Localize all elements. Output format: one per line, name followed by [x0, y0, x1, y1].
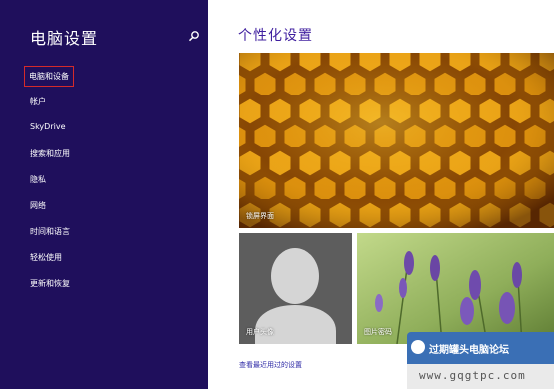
watermark-url-bar: www.gqgtpc.com: [407, 364, 554, 389]
watermark-banner: 过期罐头电脑论坛: [407, 332, 554, 364]
page-title: 个性化设置: [238, 28, 313, 44]
sidebar-item-privacy[interactable]: 隐私: [30, 174, 46, 185]
search-icon[interactable]: [188, 30, 200, 42]
lock-screen-label: 锁屏界面: [246, 212, 274, 220]
sidebar-item-time-and-language[interactable]: 时间和语言: [30, 226, 70, 237]
account-picture-label: 用户头像: [246, 328, 274, 336]
watermark-url: www.gqgtpc.com: [419, 369, 526, 382]
sidebar-item-ease-of-access[interactable]: 轻松使用: [30, 252, 62, 263]
picture-password-label: 图片密码: [364, 328, 392, 336]
forum-logo-icon: [411, 340, 425, 354]
sidebar-title: 电脑设置: [30, 29, 99, 48]
main-panel: 个性化设置 锁屏界面 用户头像 图片密码 查看最近用过的设置: [208, 0, 554, 389]
watermark-title: 过期罐头电脑论坛: [429, 345, 509, 356]
account-picture-tile[interactable]: 用户头像: [239, 233, 352, 344]
honeycomb-image: [239, 53, 554, 228]
lock-screen-tile[interactable]: 锁屏界面: [239, 53, 554, 228]
sidebar-item-skydrive[interactable]: SkyDrive: [30, 122, 66, 131]
picture-password-tile[interactable]: 图片密码: [357, 233, 554, 344]
sidebar-item-accounts[interactable]: 帐户: [30, 96, 46, 107]
recent-settings-link[interactable]: 查看最近用过的设置: [239, 360, 302, 370]
watermark: 过期罐头电脑论坛 www.gqgtpc.com: [407, 332, 554, 389]
sidebar: 电脑设置 电脑和设备 帐户 SkyDrive 搜索和应用 隐私 网络 时间和语言…: [0, 0, 208, 389]
sidebar-item-search-and-apps[interactable]: 搜索和应用: [30, 148, 70, 159]
sidebar-item-network[interactable]: 网络: [30, 200, 46, 211]
sidebar-item-pc-and-devices[interactable]: 电脑和设备: [24, 66, 74, 87]
sidebar-item-update-and-recovery[interactable]: 更新和恢复: [30, 278, 70, 289]
